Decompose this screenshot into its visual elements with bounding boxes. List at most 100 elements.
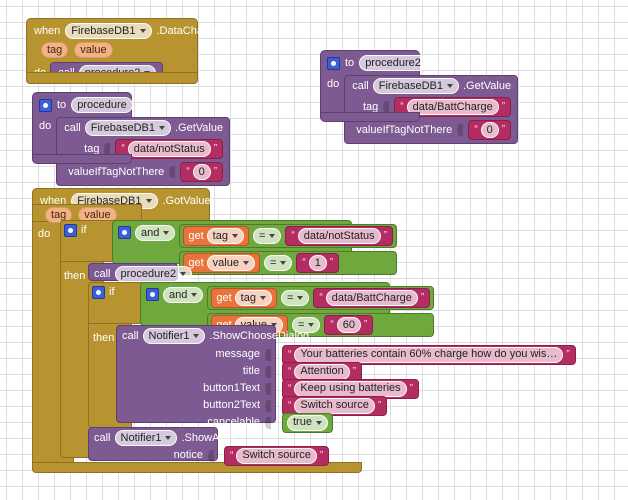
block-call-firebasedb1-getvalue[interactable]: call FirebaseDB1 .GetValue tag “ data/Ba… bbox=[344, 75, 519, 144]
block-to-procedure2-content[interactable]: to procedure2 do call FirebaseDB1 .GetVa… bbox=[320, 50, 610, 144]
outer-then-label-wrap: then bbox=[64, 266, 85, 284]
chevron-down-icon[interactable] bbox=[280, 261, 287, 265]
block-compare-tag[interactable]: get tag = “ data/notStatus ” bbox=[179, 224, 398, 248]
if-label: if bbox=[109, 286, 115, 298]
mutator-gear-icon[interactable] bbox=[146, 288, 159, 301]
block-1-bottom-lip bbox=[26, 72, 198, 84]
block-outer-and[interactable]: and get tag = “ data/notStatus ” get val… bbox=[112, 220, 398, 275]
variable-dropdown[interactable]: tag bbox=[206, 228, 244, 244]
get-label: get bbox=[216, 291, 232, 304]
procedure-dropdown[interactable]: procedure2 bbox=[114, 266, 193, 282]
chevron-down-icon[interactable] bbox=[163, 231, 170, 235]
block-when-firebasedb1-datachanged[interactable]: when FirebaseDB1 .DataChanged tag value … bbox=[26, 18, 227, 84]
comparison-operator-dropdown[interactable]: = bbox=[252, 228, 282, 244]
block-get-tag[interactable]: get tag bbox=[211, 288, 277, 308]
block-get-value[interactable]: get value bbox=[183, 253, 260, 273]
chevron-down-icon[interactable] bbox=[158, 126, 165, 130]
event-name: .DataChanged bbox=[156, 24, 228, 37]
block-to-procedure-content[interactable]: to procedure do call FirebaseDB1 .GetVal… bbox=[32, 92, 322, 186]
chevron-down-icon[interactable] bbox=[231, 234, 238, 238]
call-label: call bbox=[94, 267, 111, 280]
procedure-name-field[interactable]: procedure2 bbox=[359, 55, 427, 71]
text-value[interactable]: Attention bbox=[294, 363, 350, 380]
variable-dropdown[interactable]: value bbox=[206, 255, 255, 271]
chevron-down-icon[interactable] bbox=[193, 334, 200, 338]
component-dropdown-notifier1[interactable]: Notifier1 bbox=[142, 328, 206, 344]
chevron-down-icon[interactable] bbox=[269, 234, 276, 238]
block-compare-tag[interactable]: get tag = “ data/BattCharge ” bbox=[207, 286, 435, 310]
text-value[interactable]: data/notStatus bbox=[127, 141, 211, 157]
open-quote-icon: “ bbox=[288, 399, 292, 411]
variable-dropdown[interactable]: tag bbox=[234, 290, 272, 306]
component-dropdown-notifier1[interactable]: Notifier1 bbox=[114, 430, 178, 446]
call-label: call bbox=[94, 431, 111, 444]
block-text-notice[interactable]: “ Switch source ” bbox=[224, 445, 330, 466]
block-to-procedure2-bottom bbox=[320, 112, 420, 122]
arg-label-message: message bbox=[215, 348, 260, 360]
event-param-tag[interactable]: tag bbox=[41, 42, 69, 58]
inner-if-header-text[interactable]: if bbox=[88, 282, 148, 324]
component-dropdown-firebasedb1[interactable]: FirebaseDB1 bbox=[372, 78, 459, 94]
text-value[interactable]: Switch source bbox=[236, 447, 317, 464]
block-number-one[interactable]: “ 1 ” bbox=[296, 253, 340, 273]
text-value[interactable]: Your batteries contain 60% charge how do… bbox=[294, 346, 564, 363]
mutator-gear-icon[interactable] bbox=[327, 56, 340, 70]
open-quote-icon: “ bbox=[121, 143, 125, 154]
number-value[interactable]: 0 bbox=[192, 164, 211, 180]
text-value[interactable]: Keep using batteries bbox=[294, 380, 407, 397]
block-call-procedure2-nested[interactable]: call procedure2 bbox=[88, 263, 193, 282]
outer-if-header-text[interactable]: if bbox=[60, 220, 120, 262]
then-label: then bbox=[64, 270, 86, 282]
socket-notch bbox=[265, 365, 271, 378]
close-quote-icon: ” bbox=[420, 292, 425, 303]
block-number-zero[interactable]: “ 0 ” bbox=[468, 120, 512, 140]
chevron-down-icon[interactable] bbox=[165, 436, 172, 440]
event-param-value[interactable]: value bbox=[74, 42, 113, 58]
call-label: call bbox=[64, 121, 81, 134]
chevron-down-icon[interactable] bbox=[145, 199, 152, 203]
variable-name: value bbox=[212, 256, 239, 269]
chevron-down-icon[interactable] bbox=[139, 29, 146, 33]
chevron-down-icon[interactable] bbox=[259, 296, 266, 300]
component-dropdown-firebasedb1[interactable]: FirebaseDB1 bbox=[65, 23, 152, 39]
procedure-name-field[interactable]: procedure bbox=[71, 97, 133, 113]
arg-label-title: title bbox=[242, 365, 260, 377]
procedure-name: procedure2 bbox=[120, 267, 177, 280]
number-value[interactable]: 0 bbox=[480, 122, 499, 138]
chevron-down-icon[interactable] bbox=[191, 293, 198, 297]
block-text-databattcharge[interactable]: “ data/BattCharge ” bbox=[313, 288, 431, 308]
mutator-gear-icon[interactable] bbox=[64, 224, 77, 237]
chevron-down-icon[interactable] bbox=[242, 261, 249, 265]
chevron-down-icon[interactable] bbox=[180, 272, 187, 276]
comparison-operator-dropdown[interactable]: = bbox=[263, 255, 293, 271]
do-label: do bbox=[38, 228, 51, 240]
component-dropdown-firebasedb1[interactable]: FirebaseDB1 bbox=[84, 120, 171, 136]
get-label: get bbox=[188, 229, 204, 242]
comparison-operator-dropdown[interactable]: = bbox=[280, 290, 310, 306]
text-value[interactable]: data/notStatus bbox=[297, 228, 381, 244]
text-value[interactable]: Switch source bbox=[294, 397, 375, 414]
open-quote-icon: “ bbox=[291, 230, 295, 241]
blocks-canvas[interactable]: when FirebaseDB1 .DataChanged tag value … bbox=[0, 0, 628, 500]
block-get-tag[interactable]: get tag bbox=[183, 226, 249, 246]
mutator-gear-icon[interactable] bbox=[92, 286, 105, 299]
and-operator-dropdown[interactable]: and bbox=[163, 287, 204, 303]
number-value[interactable]: 1 bbox=[308, 255, 327, 271]
chevron-down-icon[interactable] bbox=[446, 84, 453, 88]
mutator-gear-icon[interactable] bbox=[39, 98, 52, 112]
socket-notch bbox=[265, 399, 271, 412]
block-compare-value[interactable]: get value = “ 1 ” bbox=[179, 251, 398, 275]
and-operator-dropdown[interactable]: and bbox=[135, 225, 176, 241]
showalert-content[interactable]: call Notifier1 .ShowAlert notice “ Switc… bbox=[88, 427, 388, 466]
block-text-datanotstatus[interactable]: “ data/notStatus ” bbox=[285, 226, 394, 246]
block-inner-and[interactable]: and get tag = “ data/BattCharge ” = “ 60… bbox=[140, 282, 435, 337]
text-value[interactable]: data/BattCharge bbox=[325, 290, 418, 306]
socket-notch bbox=[265, 382, 271, 395]
block-call-firebasedb1-getvalue[interactable]: call FirebaseDB1 .GetValue tag “ data/no… bbox=[56, 117, 231, 186]
mutator-gear-icon[interactable] bbox=[118, 226, 131, 239]
chevron-down-icon[interactable] bbox=[297, 296, 304, 300]
block-number-zero[interactable]: “ 0 ” bbox=[180, 162, 224, 182]
showchoosedialog-content[interactable]: call Notifier1 .ShowChooseDialog message… bbox=[116, 325, 576, 433]
chevron-down-icon[interactable] bbox=[315, 420, 322, 425]
text-value[interactable]: data/BattCharge bbox=[406, 99, 499, 115]
